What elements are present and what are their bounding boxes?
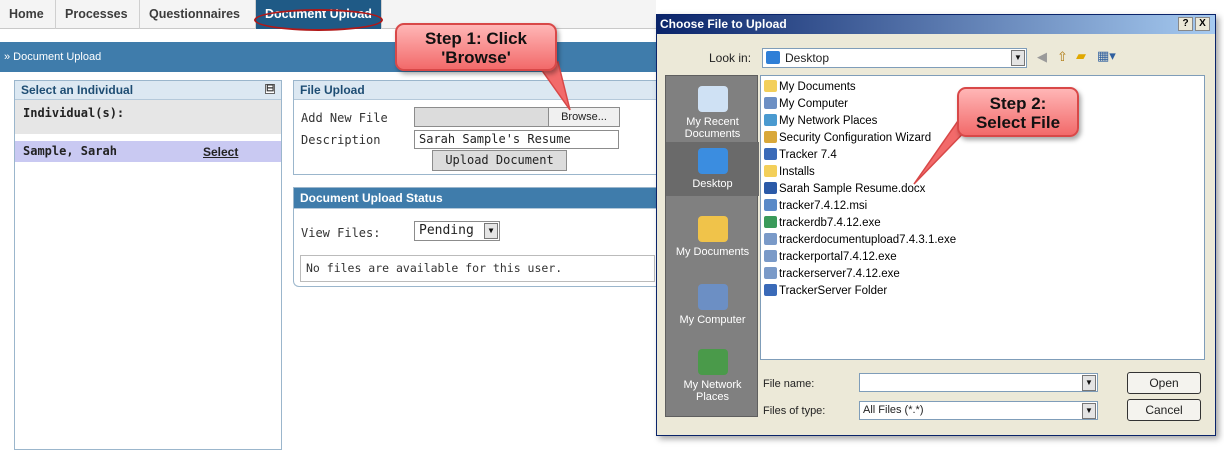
individuals-header: Individual(s): bbox=[15, 100, 281, 134]
cancel-button[interactable]: Cancel bbox=[1127, 399, 1201, 421]
place-recent[interactable]: My Recent Documents bbox=[666, 86, 759, 140]
description-input[interactable]: Sarah Sample's Resume bbox=[414, 130, 619, 149]
word-doc-icon bbox=[764, 182, 777, 194]
tab-processes[interactable]: Processes bbox=[56, 0, 140, 29]
collapse-icon[interactable]: ⊟ bbox=[265, 84, 275, 94]
chevron-down-icon: ▼ bbox=[1011, 50, 1025, 66]
msi-icon bbox=[764, 199, 777, 211]
step1-callout: Step 1: Click 'Browse' bbox=[395, 23, 557, 71]
close-button[interactable]: X bbox=[1195, 17, 1210, 31]
exe-icon bbox=[764, 233, 777, 245]
exe-icon bbox=[764, 216, 777, 228]
shortcut-icon bbox=[764, 131, 777, 143]
list-item[interactable]: trackerserver7.4.12.exe bbox=[764, 266, 900, 283]
look-in-value: Desktop bbox=[785, 51, 830, 65]
step2-callout: Step 2: Select File bbox=[957, 87, 1079, 137]
my-computer-icon bbox=[697, 284, 728, 310]
folder-icon bbox=[764, 165, 777, 177]
exe-icon bbox=[764, 267, 777, 279]
help-button[interactable]: ? bbox=[1178, 17, 1193, 31]
step2-line2: Select File bbox=[975, 113, 1061, 132]
list-item[interactable]: My Computer bbox=[764, 96, 848, 113]
place-network[interactable]: My Network Places bbox=[666, 349, 759, 403]
view-files-label: View Files: bbox=[301, 226, 381, 240]
panel-header: Select an Individual ⊟ bbox=[15, 81, 281, 100]
view-files-value: Pending bbox=[419, 223, 474, 238]
up-folder-icon[interactable]: ⇧ bbox=[1057, 50, 1068, 65]
place-my-documents[interactable]: My Documents bbox=[666, 216, 759, 258]
upload-status-panel: Document Upload Status View Files: Pendi… bbox=[293, 187, 656, 287]
list-item[interactable]: trackerdocumentupload7.4.3.1.exe bbox=[764, 232, 956, 249]
dialog-titlebar: Choose File to Upload ? X bbox=[657, 15, 1215, 34]
list-item[interactable]: My Network Places bbox=[764, 113, 877, 130]
highlight-oval bbox=[254, 9, 383, 31]
file-upload-panel: File Upload Add New File Browse... Descr… bbox=[293, 80, 656, 175]
look-in-combo[interactable]: Desktop ▼ bbox=[762, 48, 1027, 68]
new-folder-icon[interactable]: ▰ bbox=[1076, 49, 1086, 64]
list-item[interactable]: Installs bbox=[764, 164, 815, 181]
list-item[interactable]: tracker7.4.12.msi bbox=[764, 198, 867, 215]
look-in-label: Look in: bbox=[709, 51, 752, 65]
computer-icon bbox=[764, 97, 777, 109]
network-icon bbox=[764, 114, 777, 126]
places-bar: My Recent Documents Desktop My Documents… bbox=[665, 75, 759, 417]
tab-home[interactable]: Home bbox=[0, 0, 56, 29]
desktop-icon bbox=[697, 148, 728, 174]
file-upload-title: File Upload bbox=[294, 81, 656, 100]
dialog-title: Choose File to Upload bbox=[660, 17, 787, 31]
chevron-down-icon: ▼ bbox=[484, 223, 498, 239]
tab-questionnaires[interactable]: Questionnaires bbox=[140, 0, 256, 29]
step1-line1: Step 1: Click bbox=[424, 29, 528, 48]
file-name-label: File name: bbox=[763, 378, 815, 390]
my-documents-icon bbox=[697, 216, 728, 242]
step1-line2: 'Browse' bbox=[441, 48, 511, 67]
individual-name: Sample, Sarah bbox=[23, 144, 117, 158]
list-item[interactable]: trackerdb7.4.12.exe bbox=[764, 215, 881, 232]
individual-row[interactable]: Sample, Sarah Select bbox=[15, 141, 281, 162]
file-type-select[interactable]: All Files (*.*) ▼ bbox=[859, 401, 1098, 420]
status-title: Document Upload Status bbox=[294, 188, 656, 209]
back-icon[interactable]: ◀ bbox=[1037, 50, 1047, 65]
add-new-file-label: Add New File bbox=[301, 111, 388, 125]
chevron-down-icon: ▼ bbox=[1082, 375, 1096, 391]
step2-line1: Step 2: bbox=[989, 94, 1047, 113]
description-label: Description bbox=[301, 133, 381, 147]
select-individual-panel: Select an Individual ⊟ Individual(s): Sa… bbox=[14, 80, 282, 450]
upload-document-button[interactable]: Upload Document bbox=[432, 150, 567, 171]
recent-documents-icon bbox=[697, 86, 728, 112]
place-my-computer[interactable]: My Computer bbox=[666, 284, 759, 326]
view-menu-icon[interactable]: ▦▾ bbox=[1097, 49, 1116, 64]
select-link[interactable]: Select bbox=[203, 145, 238, 159]
place-desktop[interactable]: Desktop bbox=[666, 142, 759, 196]
view-files-select[interactable]: Pending ▼ bbox=[414, 221, 500, 241]
folder-icon bbox=[764, 80, 777, 92]
exe-icon bbox=[764, 250, 777, 262]
file-name-input[interactable]: ▼ bbox=[859, 373, 1098, 392]
list-item[interactable]: Tracker 7.4 bbox=[764, 147, 837, 164]
shortcut-icon bbox=[764, 284, 777, 296]
file-type-label: Files of type: bbox=[763, 405, 826, 417]
open-button[interactable]: Open bbox=[1127, 372, 1201, 394]
list-item[interactable]: TrackerServer Folder bbox=[764, 283, 887, 300]
network-places-icon bbox=[697, 349, 728, 375]
no-files-message: No files are available for this user. bbox=[300, 255, 655, 282]
desktop-icon bbox=[766, 51, 780, 64]
chevron-down-icon: ▼ bbox=[1082, 403, 1096, 419]
shortcut-icon bbox=[764, 148, 777, 160]
list-item[interactable]: My Documents bbox=[764, 79, 856, 96]
file-type-value: All Files (*.*) bbox=[863, 404, 924, 416]
panel-title: Select an Individual bbox=[21, 83, 134, 97]
choose-file-dialog: Choose File to Upload ? X Look in: Deskt… bbox=[656, 14, 1216, 436]
list-item[interactable]: trackerportal7.4.12.exe bbox=[764, 249, 897, 266]
